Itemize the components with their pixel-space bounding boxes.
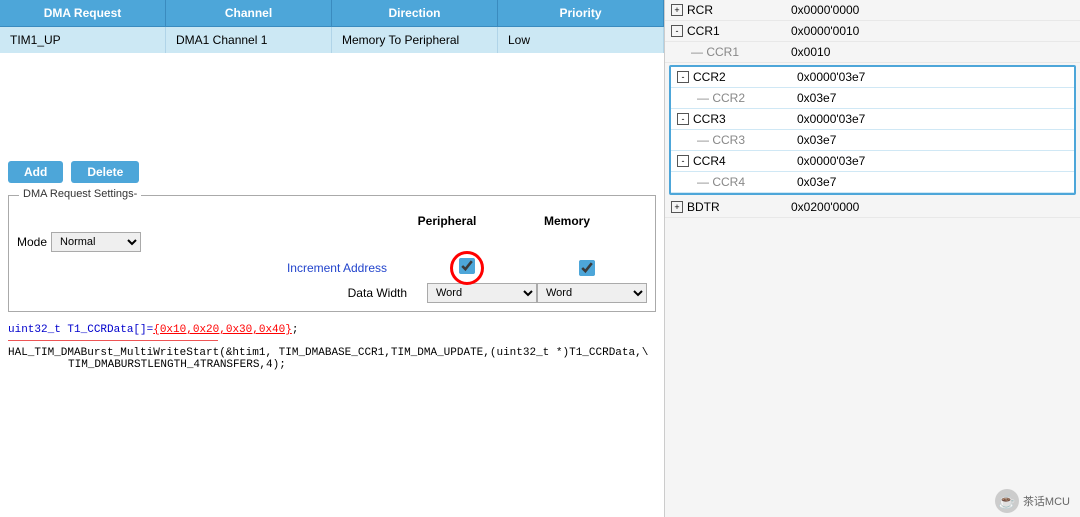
expand-icon-bdtr[interactable]: + [671, 201, 683, 213]
code-line2: HAL_TIM_DMABurst_MultiWriteStart(&htim1,… [8, 347, 656, 359]
cell-dma-request: TIM1_UP [0, 27, 166, 53]
reg-value-ccr2-parent: 0x0000'03e7 [797, 70, 1068, 84]
delete-button[interactable]: Delete [71, 161, 139, 183]
reg-name-bdtr: + BDTR [671, 200, 791, 214]
peripheral-checkbox-cell [407, 258, 527, 277]
reg-row-bdtr: + BDTR 0x0200'0000 [665, 197, 1080, 218]
reg-value-ccr3-child: 0x03e7 [797, 133, 1068, 147]
data-width-memory-select[interactable]: Word Byte Half Word [537, 283, 647, 303]
increment-address-row: Increment Address [17, 258, 647, 277]
expand-icon-rcr[interactable]: + [671, 4, 683, 16]
code-values: {0x10,0x20,0x30,0x40} [153, 324, 292, 336]
reg-name-ccr3-parent: - CCR3 [677, 112, 797, 126]
add-button[interactable]: Add [8, 161, 63, 183]
cell-priority: Low [498, 27, 664, 53]
footer-logo: ☕ 茶话MCU [995, 489, 1070, 513]
reg-name-ccr4-child: — CCR4 [677, 175, 797, 189]
table-header: DMA Request Channel Direction Priority [0, 0, 664, 27]
left-panel: DMA Request Channel Direction Priority T… [0, 0, 665, 517]
reg-row-ccr3-parent: - CCR3 0x0000'03e7 [671, 109, 1074, 130]
data-width-row: Data Width Word Byte Half Word Word Byte… [17, 283, 647, 303]
right-panel: + RCR 0x0000'0000 - CCR1 0x0000'0010 — C… [665, 0, 1080, 517]
mode-select[interactable]: Normal Circular [51, 232, 141, 252]
code-prefix: uint32_t T1_CCRData[]= [8, 324, 153, 336]
memory-header: Memory [507, 214, 627, 228]
cell-channel: DMA1 Channel 1 [166, 27, 332, 53]
button-row: Add Delete [0, 153, 664, 191]
mode-row: Mode Normal Circular [17, 232, 647, 252]
reg-row-ccr4-child: — CCR4 0x03e7 [671, 172, 1074, 193]
reg-name-ccr1-parent: - CCR1 [671, 24, 791, 38]
increment-label: Increment Address [147, 261, 407, 275]
data-width-peripheral-select[interactable]: Word Byte Half Word [427, 283, 537, 303]
reg-name-ccr2-parent: - CCR2 [677, 70, 797, 84]
dma-settings-title: DMA Request Settings- [19, 188, 141, 200]
col-channel: Channel [166, 0, 332, 26]
expand-icon-ccr3[interactable]: - [677, 113, 689, 125]
reg-row-ccr4-parent: - CCR4 0x0000'03e7 [671, 151, 1074, 172]
settings-content: Peripheral Memory Mode Normal Circular [17, 204, 647, 303]
reg-value-ccr1-parent: 0x0000'0010 [791, 24, 1074, 38]
data-width-label: Data Width [147, 286, 427, 300]
expand-icon-ccr4[interactable]: - [677, 155, 689, 167]
reg-name-rcr: + RCR [671, 3, 791, 17]
expand-icon-ccr1[interactable]: - [671, 25, 683, 37]
peripheral-header: Peripheral [387, 214, 507, 228]
memory-increment-checkbox[interactable] [579, 260, 595, 276]
reg-row-ccr2-child: — CCR2 0x03e7 [671, 88, 1074, 109]
peripheral-checkbox-wrapper [459, 258, 475, 277]
dma-settings-box: DMA Request Settings- Peripheral Memory … [8, 195, 656, 312]
register-table: + RCR 0x0000'0000 - CCR1 0x0000'0010 — C… [665, 0, 1080, 485]
footer-icon: ☕ [995, 489, 1019, 513]
underline-decoration [8, 340, 218, 341]
reg-row-ccr1-parent: - CCR1 0x0000'0010 [665, 21, 1080, 42]
reg-name-ccr3-child: — CCR3 [677, 133, 797, 147]
settings-header-row: Peripheral Memory [17, 214, 647, 228]
reg-row-ccr2-parent: - CCR2 0x0000'03e7 [671, 67, 1074, 88]
reg-name-ccr4-parent: - CCR4 [677, 154, 797, 168]
reg-value-bdtr: 0x0200'0000 [791, 200, 1074, 214]
code-line3: TIM_DMABURSTLENGTH_4TRANSFERS,4); [8, 359, 656, 371]
reg-row-rcr: + RCR 0x0000'0000 [665, 0, 1080, 21]
data-width-selects: Word Byte Half Word Word Byte Half Word [427, 283, 647, 303]
peripheral-increment-checkbox[interactable] [459, 258, 475, 274]
memory-checkbox-cell [527, 260, 647, 276]
col-direction: Direction [332, 0, 498, 26]
reg-value-ccr2-child: 0x03e7 [797, 91, 1068, 105]
footer: ☕ 茶话MCU [665, 485, 1080, 517]
cell-direction: Memory To Peripheral [332, 27, 498, 53]
mode-label: Mode Normal Circular [17, 232, 147, 252]
expand-icon-ccr2[interactable]: - [677, 71, 689, 83]
code-section: uint32_t T1_CCRData[]={0x10,0x20,0x30,0x… [0, 316, 664, 375]
reg-value-ccr3-parent: 0x0000'03e7 [797, 112, 1068, 126]
reg-value-rcr: 0x0000'0000 [791, 3, 1074, 17]
reg-row-ccr1-child: — CCR1 0x0010 [665, 42, 1080, 63]
main-container: DMA Request Channel Direction Priority T… [0, 0, 1080, 517]
table-row[interactable]: TIM1_UP DMA1 Channel 1 Memory To Periphe… [0, 27, 664, 53]
highlighted-registers-box: - CCR2 0x0000'03e7 — CCR2 0x03e7 - [669, 65, 1076, 195]
reg-name-ccr2-child: — CCR2 [677, 91, 797, 105]
empty-table-area [0, 53, 664, 153]
reg-value-ccr4-parent: 0x0000'03e7 [797, 154, 1068, 168]
code-line1: uint32_t T1_CCRData[]={0x10,0x20,0x30,0x… [8, 324, 656, 336]
reg-value-ccr1-child: 0x0010 [791, 45, 1074, 59]
col-priority: Priority [498, 0, 664, 26]
reg-value-ccr4-child: 0x03e7 [797, 175, 1068, 189]
footer-text: 茶话MCU [1023, 493, 1070, 509]
reg-row-ccr3-child: — CCR3 0x03e7 [671, 130, 1074, 151]
code-suffix: ; [292, 324, 299, 336]
reg-name-ccr1-child: — CCR1 [671, 45, 791, 59]
col-dma-request: DMA Request [0, 0, 166, 26]
